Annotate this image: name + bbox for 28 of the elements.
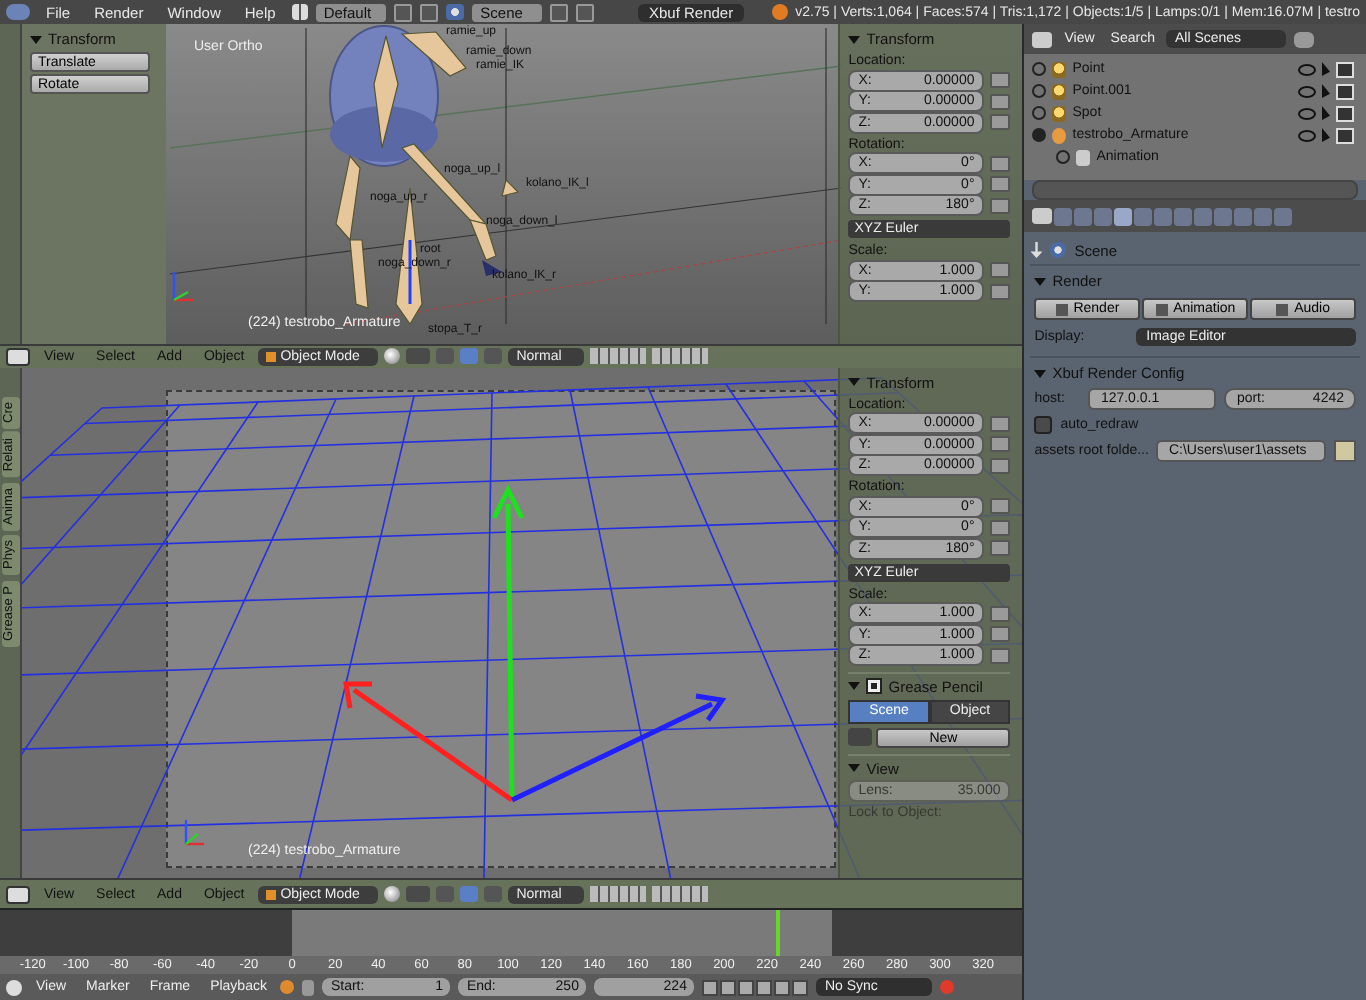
collapse-triangle-icon[interactable] <box>848 764 861 773</box>
expand-icon[interactable] <box>1032 84 1047 98</box>
logo-icon <box>771 4 788 20</box>
layer-grid-icon[interactable] <box>652 886 709 902</box>
collapse-triangle-icon[interactable] <box>848 35 861 43</box>
scene-icon[interactable] <box>446 4 465 20</box>
layer-grid-icon[interactable] <box>590 348 647 365</box>
layer-grid-icon[interactable] <box>590 886 647 902</box>
armature-icon <box>1052 127 1067 143</box>
scene-icon <box>1050 242 1067 258</box>
layer-grid-icon[interactable] <box>652 348 709 365</box>
playhead[interactable] <box>775 910 780 956</box>
expand-icon[interactable] <box>1056 150 1071 164</box>
expand-icon[interactable] <box>1032 128 1047 142</box>
pin-icon[interactable] <box>1030 242 1043 258</box>
axis-gizmo-icon <box>184 819 204 845</box>
axis-gizmo-icon <box>172 272 194 302</box>
collapse-triangle-icon[interactable] <box>1034 369 1047 377</box>
shading-icon[interactable] <box>384 886 401 902</box>
shading-icon[interactable] <box>384 348 401 365</box>
expand-icon[interactable] <box>1032 62 1047 76</box>
collapse-triangle-icon[interactable] <box>848 378 861 387</box>
expand-icon[interactable] <box>1032 106 1047 120</box>
checkbox[interactable] <box>866 678 883 695</box>
collapse-triangle-icon[interactable] <box>1034 277 1047 285</box>
checkbox[interactable] <box>1034 416 1053 434</box>
scrollbar[interactable] <box>1032 180 1358 200</box>
collapse-triangle-icon[interactable] <box>30 35 42 43</box>
